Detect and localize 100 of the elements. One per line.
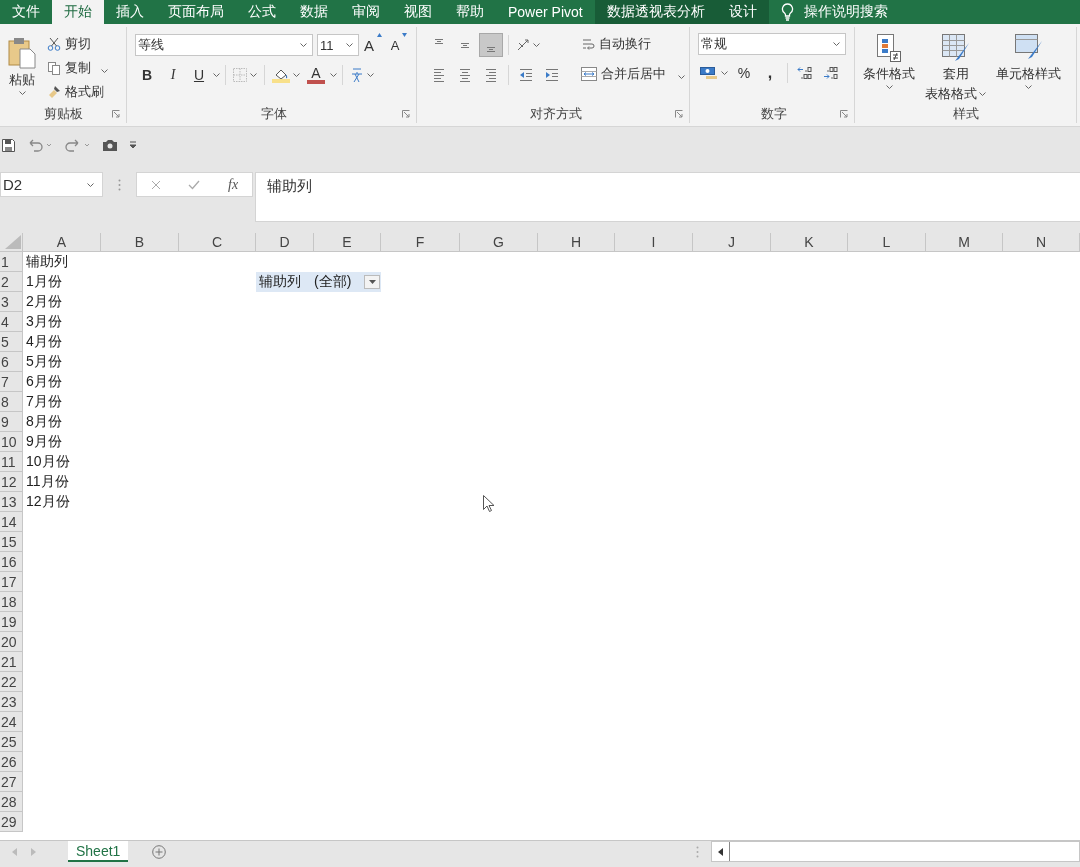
row-header[interactable]: 7 bbox=[0, 372, 23, 392]
close-icon[interactable] bbox=[150, 179, 161, 190]
grow-font-button[interactable]: A bbox=[361, 33, 385, 57]
checkmark-icon[interactable] bbox=[188, 179, 201, 190]
number-format-dropdown[interactable]: 常规 bbox=[698, 33, 846, 55]
column-header[interactable]: L bbox=[848, 233, 926, 252]
row-header[interactable]: 9 bbox=[0, 412, 23, 432]
row-header[interactable]: 10 bbox=[0, 432, 23, 452]
row-header[interactable]: 5 bbox=[0, 332, 23, 352]
row-header[interactable]: 21 bbox=[0, 652, 23, 672]
caret-icon bbox=[533, 43, 540, 47]
copy-button[interactable]: 复制 bbox=[44, 57, 111, 79]
format-painter-button[interactable]: 格式刷 bbox=[44, 81, 111, 103]
add-sheet-icon[interactable] bbox=[152, 844, 167, 859]
column-header[interactable]: A bbox=[23, 233, 101, 252]
align-middle-icon bbox=[461, 42, 469, 48]
column-header[interactable]: B bbox=[101, 233, 179, 252]
percent-button[interactable]: % bbox=[732, 61, 756, 85]
italic-button[interactable]: I bbox=[161, 63, 185, 87]
caret-icon bbox=[250, 73, 257, 77]
row-header[interactable]: 19 bbox=[0, 612, 23, 632]
save-icon[interactable] bbox=[2, 138, 15, 152]
style-button[interactable]: 单元格样式 bbox=[992, 31, 1065, 105]
horizontal-scrollbar[interactable] bbox=[711, 841, 1080, 862]
sheet-tab[interactable]: Sheet1 bbox=[68, 841, 129, 862]
row-header[interactable]: 4 bbox=[0, 312, 23, 332]
row-header[interactable]: 3 bbox=[0, 292, 23, 312]
insert-function-button[interactable]: fx bbox=[228, 176, 239, 193]
row-header[interactable]: 15 bbox=[0, 532, 23, 552]
row-header[interactable]: 2 bbox=[0, 272, 23, 292]
row-header[interactable]: 14 bbox=[0, 512, 23, 532]
column-header[interactable]: I bbox=[615, 233, 693, 252]
font-color-button[interactable]: A bbox=[304, 63, 328, 87]
dialog-launcher-icon[interactable] bbox=[112, 110, 120, 118]
filter-dropdown-button[interactable] bbox=[364, 275, 380, 289]
wrap-text-button[interactable]: 自动换行 bbox=[578, 33, 688, 55]
row-header[interactable]: 27 bbox=[0, 772, 23, 792]
row-header[interactable]: 1 bbox=[0, 252, 23, 272]
column-header[interactable]: M bbox=[926, 233, 1003, 252]
caret-icon bbox=[300, 43, 307, 47]
row-header[interactable]: 20 bbox=[0, 632, 23, 652]
row-header[interactable]: 26 bbox=[0, 752, 23, 772]
column-header[interactable]: D bbox=[256, 233, 314, 252]
row-header[interactable]: 18 bbox=[0, 592, 23, 612]
table-cell-text: 8月份 bbox=[25, 412, 63, 431]
comma-style-button[interactable]: , bbox=[758, 61, 782, 85]
row-header[interactable]: 24 bbox=[0, 712, 23, 732]
ribbon-tab[interactable]: 数据透视表分析 bbox=[594, 0, 717, 24]
row-header[interactable]: 29 bbox=[0, 812, 23, 832]
scroll-left-icon[interactable] bbox=[718, 847, 723, 856]
row-header[interactable]: 12 bbox=[0, 472, 23, 492]
row-header[interactable]: 23 bbox=[0, 692, 23, 712]
column-header[interactable]: J bbox=[693, 233, 771, 252]
caret-icon bbox=[346, 43, 353, 47]
customize-toolbar-icon[interactable] bbox=[129, 141, 137, 149]
ribbon-tab[interactable]: 开始 bbox=[52, 0, 104, 24]
row-header[interactable]: 28 bbox=[0, 792, 23, 812]
dialog-launcher-icon[interactable] bbox=[840, 110, 848, 118]
column-header[interactable]: K bbox=[771, 233, 848, 252]
row-header[interactable]: 25 bbox=[0, 732, 23, 752]
paste-button[interactable]: 粘贴 bbox=[4, 31, 40, 105]
column-header[interactable]: H bbox=[538, 233, 615, 252]
row-header[interactable]: 13 bbox=[0, 492, 23, 512]
font-name-dropdown[interactable]: 等线 bbox=[135, 34, 313, 56]
merge-center-button[interactable]: 合并后居中 bbox=[578, 63, 688, 85]
table-cell-text: 10月份 bbox=[25, 452, 71, 471]
dialog-launcher-icon[interactable] bbox=[402, 110, 410, 118]
name-box[interactable]: D2 bbox=[0, 172, 103, 197]
row-header[interactable]: 11 bbox=[0, 452, 23, 472]
column-header[interactable]: N bbox=[1003, 233, 1080, 252]
column-header[interactable]: C bbox=[179, 233, 256, 252]
row-header[interactable]: 6 bbox=[0, 352, 23, 372]
dialog-launcher-icon[interactable] bbox=[675, 110, 683, 118]
redo-icon[interactable] bbox=[65, 138, 91, 152]
ribbon-tab[interactable]: 设计 bbox=[716, 0, 769, 24]
underline-button[interactable]: U bbox=[187, 63, 211, 87]
align-button[interactable] bbox=[479, 33, 503, 57]
shrink-font-button[interactable]: A bbox=[387, 33, 411, 57]
style-button[interactable]: 条件格式 bbox=[859, 31, 919, 105]
align-top-icon bbox=[435, 38, 443, 44]
camera-icon[interactable] bbox=[103, 139, 117, 151]
row-header[interactable]: 17 bbox=[0, 572, 23, 592]
decimal-increase-icon bbox=[797, 66, 813, 80]
row-header[interactable]: 8 bbox=[0, 392, 23, 412]
undo-icon[interactable] bbox=[27, 138, 53, 152]
formula-input[interactable]: 辅助列 bbox=[255, 172, 1080, 222]
row-header[interactable]: 22 bbox=[0, 672, 23, 692]
style-button[interactable]: 套用 表格格式 bbox=[921, 31, 990, 105]
row-header[interactable]: 16 bbox=[0, 552, 23, 572]
column-header[interactable]: G bbox=[460, 233, 538, 252]
table-cell-text: 1月份 bbox=[25, 272, 63, 291]
cut-button[interactable]: 剪切 bbox=[44, 33, 111, 55]
merge-cells-icon bbox=[581, 67, 597, 81]
paint-bucket-icon bbox=[272, 67, 290, 83]
font-size-dropdown[interactable]: 11 bbox=[317, 34, 359, 56]
column-header[interactable]: E bbox=[314, 233, 381, 252]
bold-button[interactable]: B bbox=[135, 63, 159, 87]
group-label: 数字 bbox=[761, 105, 787, 123]
column-header[interactable]: F bbox=[381, 233, 460, 252]
tell-me-search[interactable]: 操作说明搜索 bbox=[768, 0, 900, 24]
